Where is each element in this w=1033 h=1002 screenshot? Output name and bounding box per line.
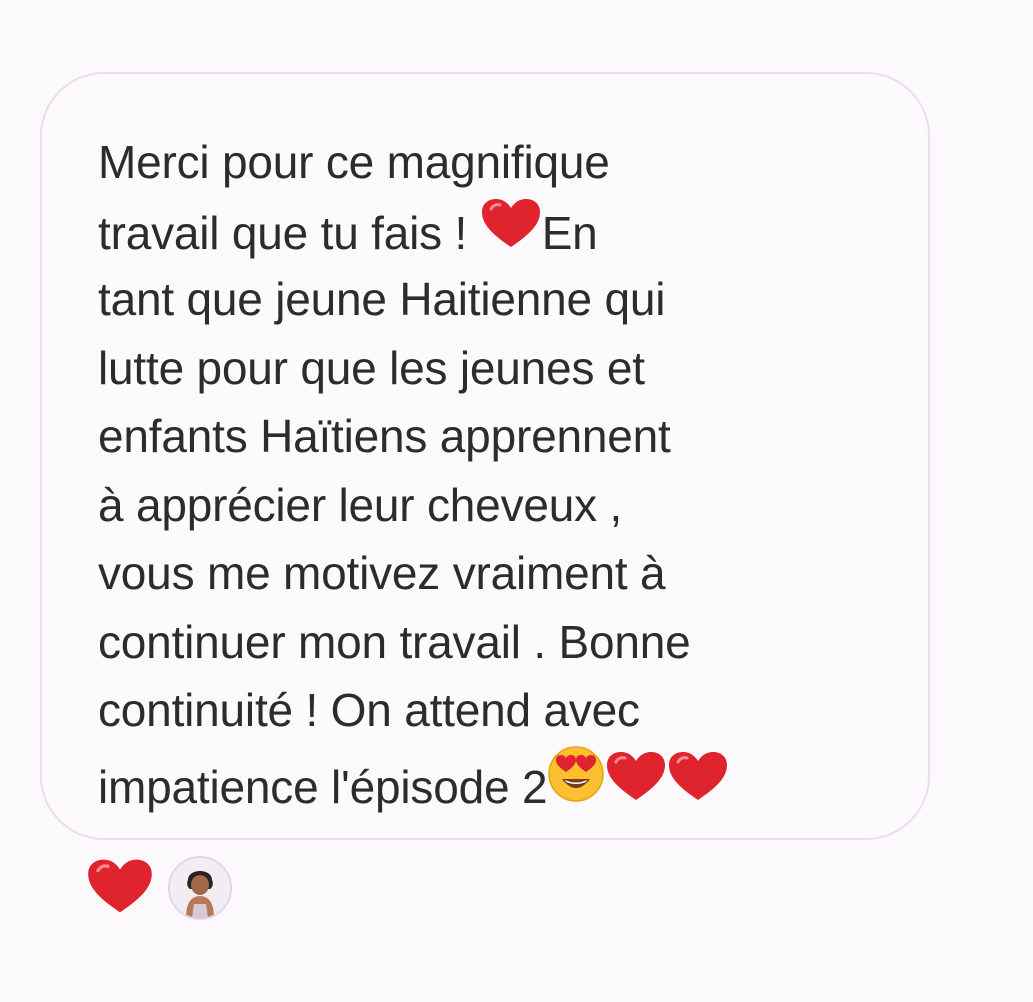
message-line: vous me motivez vraiment à xyxy=(98,547,666,599)
heart-icon xyxy=(605,749,667,822)
heart-icon xyxy=(667,749,729,822)
heart-eyes-icon xyxy=(547,745,605,822)
heart-icon[interactable] xyxy=(86,857,154,920)
chat-screen: Merci pour ce magnifique travail que tu … xyxy=(0,0,1033,1002)
message-line: continuer mon travail . Bonne xyxy=(98,615,691,668)
message-line: impatience l'épisode 2 xyxy=(98,745,898,814)
avatar[interactable] xyxy=(168,856,232,920)
message-text: Merci pour ce magnifique travail que tu … xyxy=(98,128,898,813)
message-line: à apprécier leur cheveux , xyxy=(98,478,623,531)
message-line: continuité ! On attend avec xyxy=(98,684,640,736)
message-line: travail que tu fais ! En xyxy=(98,197,898,266)
message-reactions[interactable] xyxy=(86,852,232,924)
message-line: tant que jeune Haitienne qui xyxy=(98,273,666,325)
heart-icon xyxy=(480,197,542,268)
message-line: enfants Haïtiens apprennent xyxy=(98,410,671,462)
message-line: lutte pour que les jeunes et xyxy=(98,341,645,394)
message-line: Merci pour ce magnifique xyxy=(98,136,610,188)
